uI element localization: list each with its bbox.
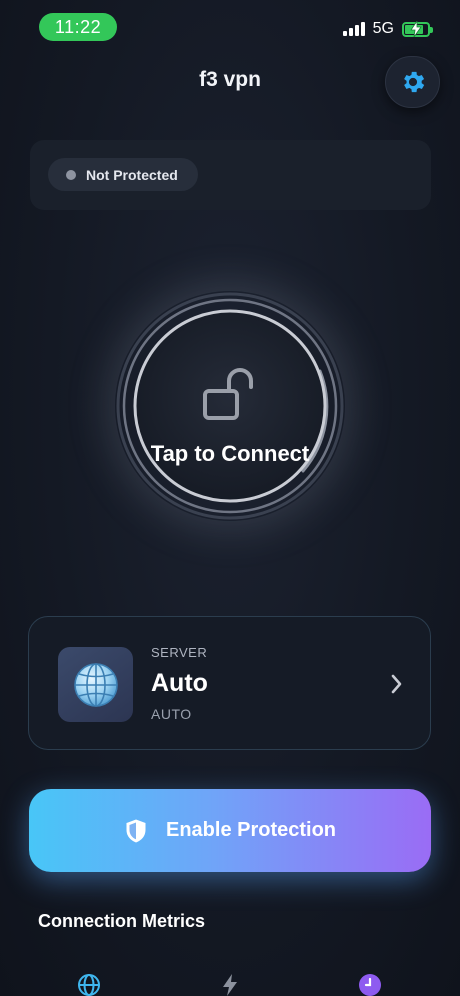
lightning-bolt-icon [223,974,237,996]
connect-area: Tap to Connect [107,291,353,521]
globe-icon [78,974,100,996]
connect-button[interactable]: Tap to Connect [107,291,353,521]
server-name: Auto [151,669,208,697]
server-subtitle: AUTO [151,706,192,722]
unlocked-padlock-icon [203,368,253,420]
enable-protection-button[interactable]: Enable Protection [29,789,431,872]
gear-icon [403,71,424,93]
settings-button[interactable] [385,56,440,108]
signal-icon [342,22,365,36]
app-screen: 11:22 5G f3 vpn Not Protected Tap to Con… [0,0,460,996]
clock-icon [359,974,381,996]
shield-icon [126,819,146,842]
connect-label: Tap to Connect [150,441,310,466]
server-icon-tile [58,647,133,722]
server-kicker: SERVER [151,645,208,660]
status-label: Not Protected [86,166,178,183]
chevron-right-icon [391,674,402,694]
status-badge: Not Protected [48,158,198,191]
status-time: 11:22 [39,13,117,41]
metrics-title: Connection Metrics [38,911,206,931]
enable-protection-label: Enable Protection [165,819,337,841]
status-card: Not Protected [30,140,431,210]
network-type: 5G [372,20,394,37]
globe-icon [73,662,118,707]
server-selector[interactable]: SERVER Auto AUTO [28,616,431,750]
status-indicators: 5G [342,20,433,38]
status-dot [66,169,76,180]
battery-icon [402,20,433,37]
